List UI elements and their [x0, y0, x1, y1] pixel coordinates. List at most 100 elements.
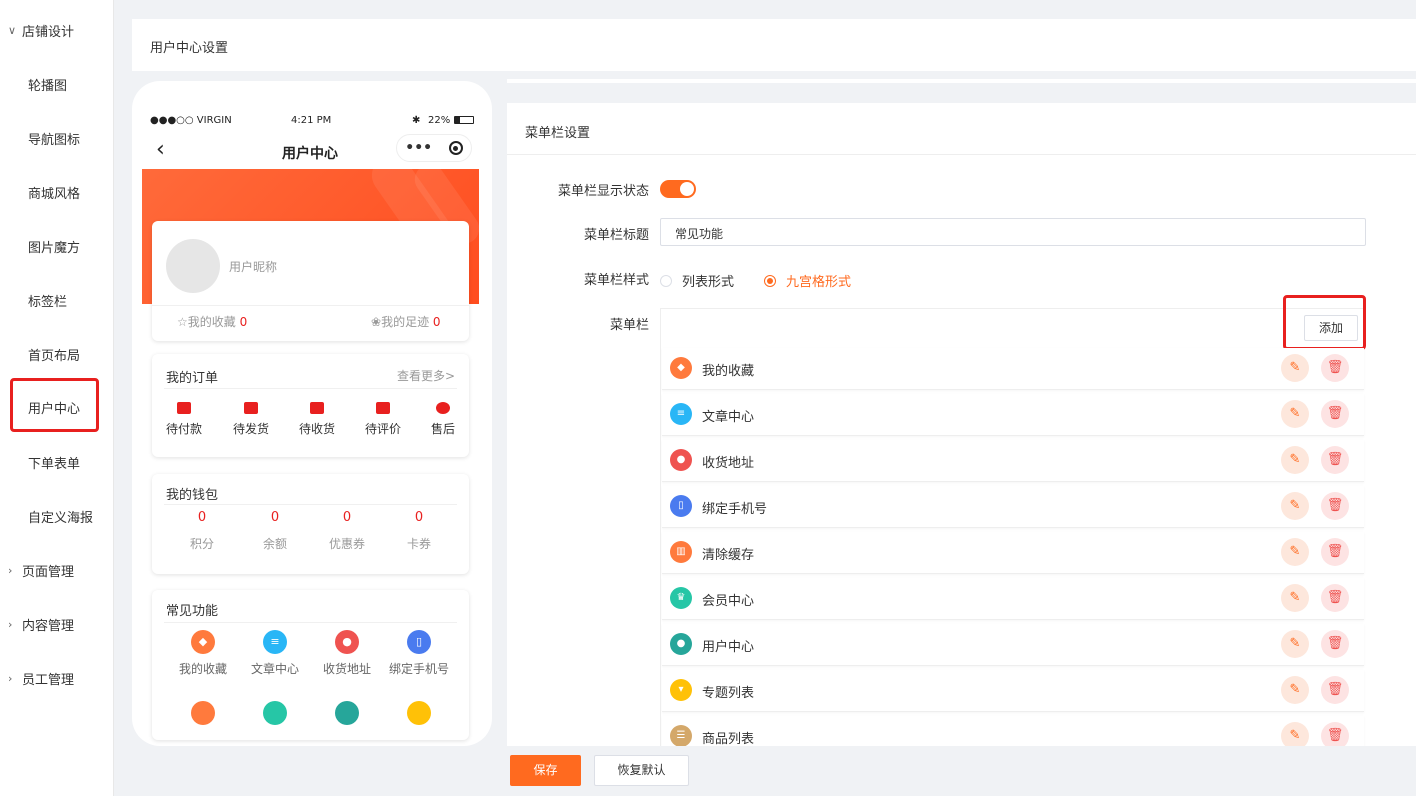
- menu-settings-panel: 菜单栏设置 菜单栏显示状态 菜单栏标题 常见功能 菜单栏样式 列表形式 九宫格形…: [507, 103, 1416, 746]
- menu-row: ◆ 我的收藏 ✎ 🗑: [662, 348, 1364, 390]
- sidebar-group-staff-management[interactable]: › 员工管理: [8, 669, 74, 688]
- delete-icon[interactable]: 🗑: [1321, 676, 1349, 704]
- functions-title: 常见功能: [166, 604, 219, 619]
- style-option-grid[interactable]: 九宫格形式: [764, 271, 851, 290]
- crown-icon: ♛: [670, 587, 692, 609]
- menu-title-input[interactable]: 常见功能: [660, 218, 1366, 246]
- page-title: 用户中心设置: [150, 41, 229, 56]
- chevron-down-icon: ∨: [8, 24, 17, 37]
- function-favorites[interactable]: ◆ 我的收藏: [166, 630, 240, 677]
- bookmark-icon: ▾: [670, 679, 692, 701]
- package-icon: [244, 402, 258, 414]
- edit-icon[interactable]: ✎: [1281, 538, 1309, 566]
- phone-icon: ▯: [407, 630, 431, 654]
- menu-title-label: 菜单栏标题: [583, 228, 649, 243]
- wallet-cards[interactable]: 0 卡券: [389, 510, 449, 552]
- sidebar-item-nav-icons[interactable]: 导航图标: [28, 129, 80, 148]
- location-icon: ●: [670, 449, 692, 471]
- wallet-points[interactable]: 0 积分: [172, 510, 232, 552]
- delete-icon[interactable]: 🗑: [1321, 722, 1349, 746]
- status-time: 4:21 PM: [291, 115, 332, 126]
- bookmark-icon: [407, 701, 431, 725]
- menu-row: ● 用户中心 ✎ 🗑: [662, 624, 1364, 666]
- sidebar: ∨ 店铺设计 轮播图 导航图标 商城风格 图片魔方 标签栏 首页布局 用户中心 下…: [0, 0, 114, 796]
- sidebar-item-carousel[interactable]: 轮播图: [28, 75, 67, 94]
- edit-icon[interactable]: ✎: [1281, 354, 1309, 382]
- edit-icon[interactable]: ✎: [1281, 584, 1309, 612]
- edit-icon[interactable]: ✎: [1281, 722, 1309, 746]
- edit-icon[interactable]: ✎: [1281, 676, 1309, 704]
- delete-icon[interactable]: 🗑: [1321, 538, 1349, 566]
- save-button[interactable]: 保存: [510, 755, 581, 786]
- phone-preview: ●●●○○ VIRGIN 4:21 PM ✱ 22% ‹ 用户中心 ••• 用户…: [132, 81, 492, 746]
- delete-icon[interactable]: 🗑: [1321, 446, 1349, 474]
- order-pending-review[interactable]: 待评价: [358, 402, 408, 437]
- capsule-menu[interactable]: •••: [396, 134, 472, 162]
- delete-icon[interactable]: 🗑: [1321, 354, 1349, 382]
- comment-icon: [376, 402, 390, 414]
- edit-icon[interactable]: ✎: [1281, 492, 1309, 520]
- sidebar-item-custom-poster[interactable]: 自定义海报: [28, 507, 93, 526]
- chevron-right-icon: ›: [8, 672, 13, 685]
- delete-icon[interactable]: 🗑: [1321, 400, 1349, 428]
- orders-title: 我的订单: [166, 371, 219, 386]
- wallet-balance[interactable]: 0 余额: [245, 510, 305, 552]
- target-icon[interactable]: [448, 141, 463, 155]
- truck-icon: [310, 402, 324, 414]
- sidebar-item-mall-style[interactable]: 商城风格: [28, 183, 80, 202]
- add-highlight: 添加: [1283, 295, 1366, 350]
- orders-more-link[interactable]: 查看更多>: [397, 367, 455, 384]
- order-after-sales[interactable]: 售后: [418, 402, 468, 437]
- functions-card: 常见功能 ◆ 我的收藏 ≡ 文章中心 ● 收货地址 ▯ 绑定手机号: [152, 590, 469, 740]
- add-menu-button[interactable]: 添加: [1304, 315, 1358, 341]
- chevron-right-icon: ›: [8, 618, 13, 631]
- sidebar-item-image-cube[interactable]: 图片魔方: [28, 237, 80, 256]
- sidebar-item-home-layout[interactable]: 首页布局: [28, 345, 80, 364]
- avatar[interactable]: [166, 239, 220, 293]
- status-carrier: ●●●○○ VIRGIN: [150, 115, 232, 126]
- show-status-toggle[interactable]: [660, 180, 696, 198]
- menu-style-label: 菜单栏样式: [583, 273, 649, 288]
- panel-divider: [507, 79, 1416, 83]
- reset-default-button[interactable]: 恢复默认: [594, 755, 689, 786]
- sidebar-group-content-management[interactable]: › 内容管理: [8, 615, 74, 634]
- order-pending-payment[interactable]: 待付款: [159, 402, 209, 437]
- orders-card: 我的订单 查看更多> 待付款 待发货 待收货 待评价 售后: [152, 354, 469, 457]
- order-pending-shipment[interactable]: 待发货: [226, 402, 276, 437]
- order-pending-receipt[interactable]: 待收货: [292, 402, 342, 437]
- function-bind-phone[interactable]: ▯ 绑定手机号: [382, 630, 456, 677]
- more-icon[interactable]: •••: [405, 140, 432, 156]
- back-icon[interactable]: ‹: [156, 137, 165, 162]
- delete-icon[interactable]: 🗑: [1321, 630, 1349, 658]
- function-address[interactable]: ● 收货地址: [310, 630, 384, 677]
- function-articles[interactable]: ≡ 文章中心: [238, 630, 312, 677]
- edit-icon[interactable]: ✎: [1281, 630, 1309, 658]
- edit-icon[interactable]: ✎: [1281, 446, 1309, 474]
- sidebar-item-tab-bar[interactable]: 标签栏: [28, 291, 67, 310]
- nickname: 用户昵称: [229, 260, 278, 274]
- favorites-stat[interactable]: ☆我的收藏 0: [177, 313, 247, 330]
- user-icon: ●: [670, 633, 692, 655]
- delete-icon[interactable]: 🗑: [1321, 492, 1349, 520]
- sidebar-group-store-design[interactable]: ∨ 店铺设计: [8, 21, 74, 40]
- box-icon: ◆: [670, 357, 692, 379]
- menu-row: ▥ 清除缓存 ✎ 🗑: [662, 532, 1364, 574]
- wallet-card: 我的钱包 0 积分 0 余额 0 优惠券 0 卡券: [152, 474, 469, 574]
- yen-icon: [436, 402, 450, 414]
- sidebar-group-page-management[interactable]: › 页面管理: [8, 561, 74, 580]
- footprint-stat[interactable]: ❀我的足迹 0: [371, 313, 441, 330]
- wallet-icon: [177, 402, 191, 414]
- sidebar-item-order-form[interactable]: 下单表单: [28, 453, 80, 472]
- style-option-list[interactable]: 列表形式: [660, 271, 734, 290]
- crown-icon: [263, 701, 287, 725]
- phone-nav-title: 用户中心: [282, 146, 338, 162]
- menu-row: ≡ 文章中心 ✎ 🗑: [662, 394, 1364, 436]
- menu-row: ☰ 商品列表 ✎ 🗑: [662, 716, 1364, 746]
- wallet-coupons[interactable]: 0 优惠券: [317, 510, 377, 552]
- box-icon: ◆: [191, 630, 215, 654]
- edit-icon[interactable]: ✎: [1281, 400, 1309, 428]
- sidebar-item-user-center[interactable]: 用户中心: [10, 378, 99, 432]
- panel-title: 菜单栏设置: [525, 126, 591, 141]
- chevron-right-icon: ›: [8, 564, 13, 577]
- delete-icon[interactable]: 🗑: [1321, 584, 1349, 612]
